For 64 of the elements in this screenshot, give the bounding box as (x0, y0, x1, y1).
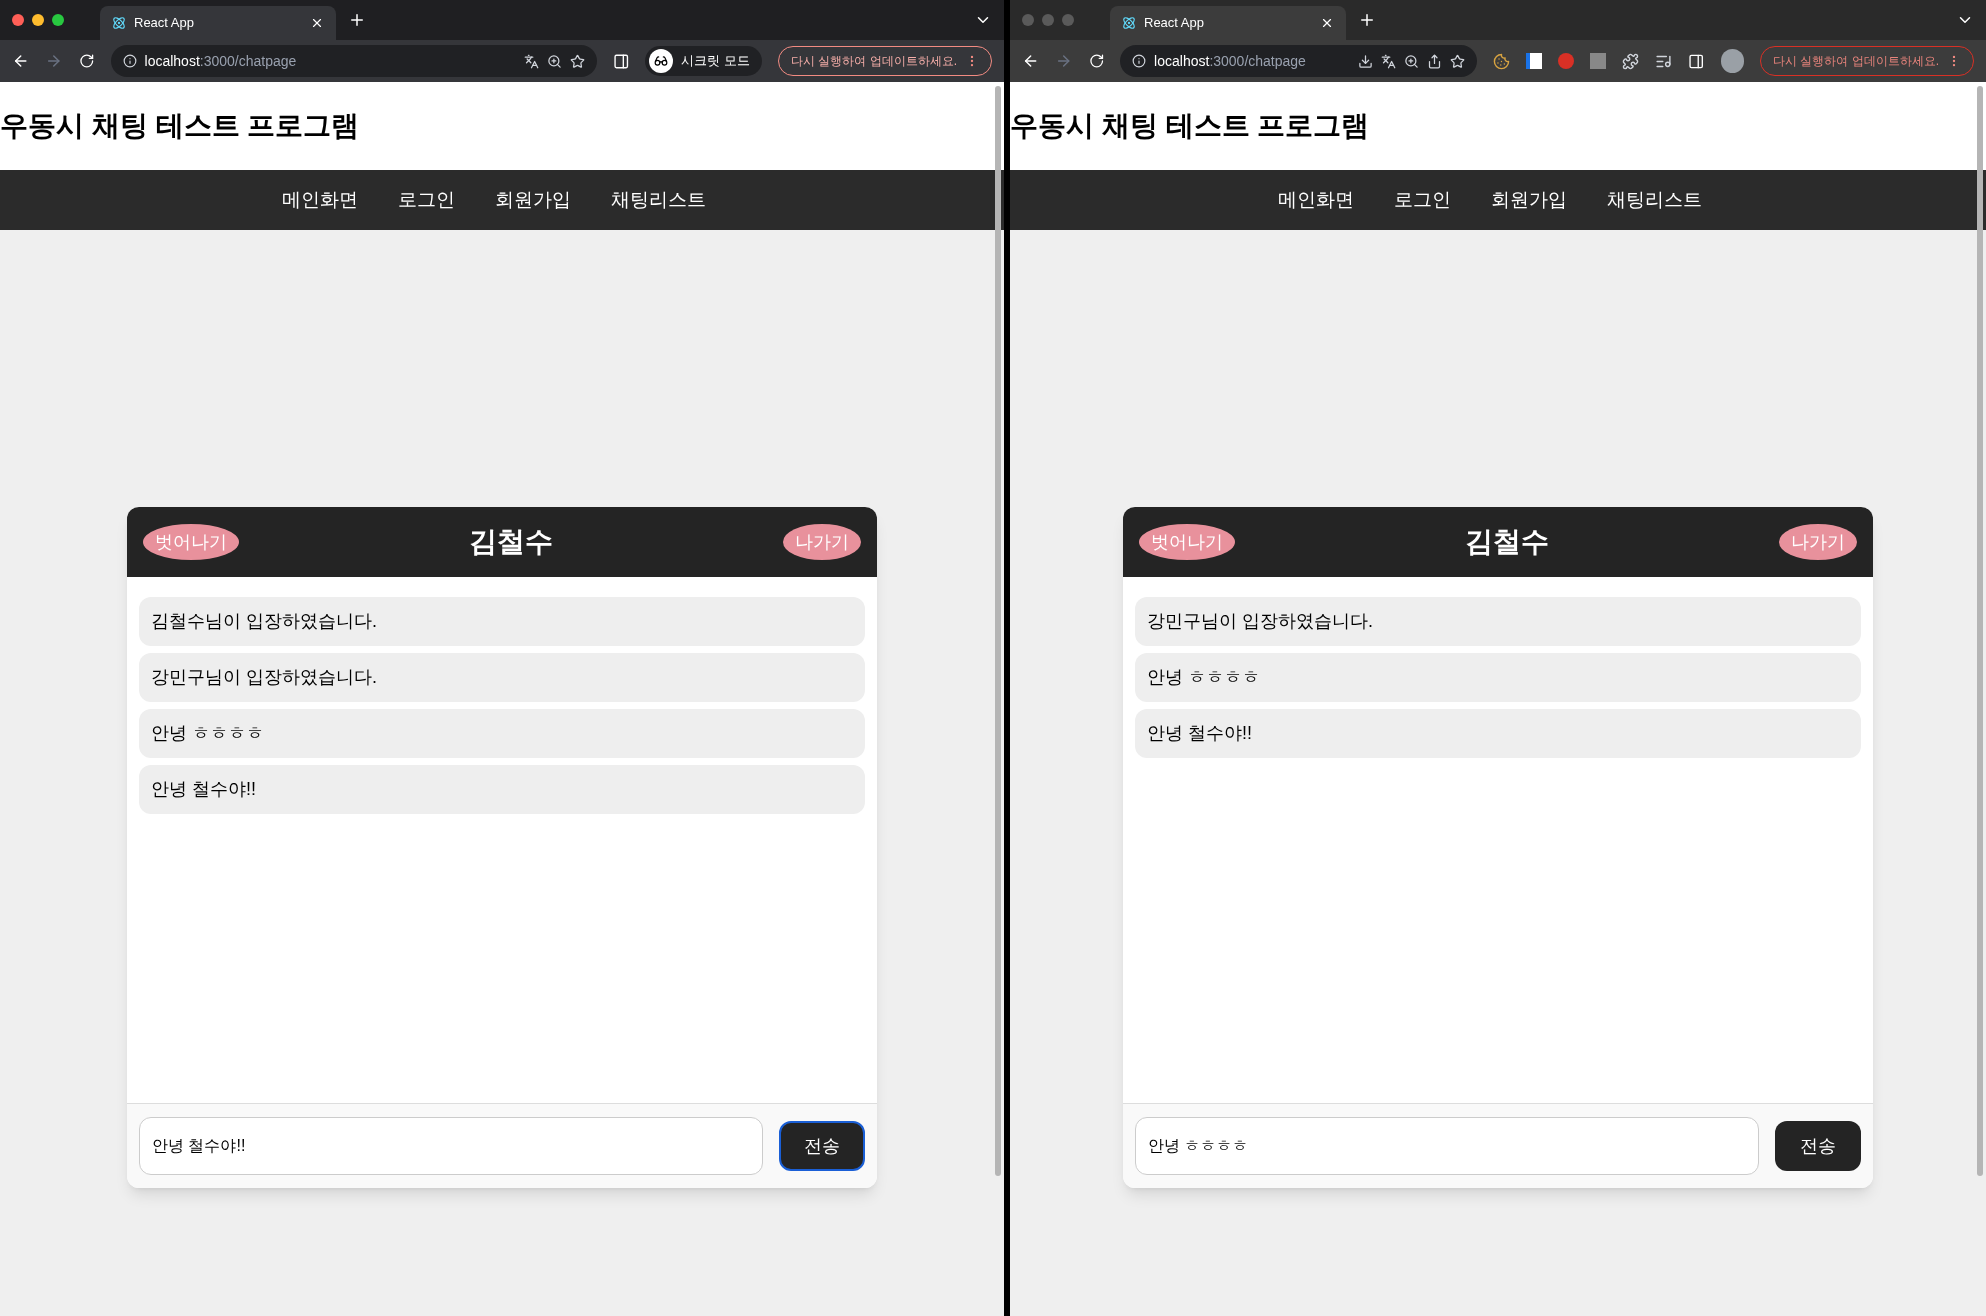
scrollbar[interactable] (995, 86, 1001, 1176)
reload-icon[interactable] (78, 53, 95, 69)
close-icon[interactable] (310, 16, 324, 30)
nav-link[interactable]: 로그인 (398, 185, 455, 215)
incognito-label: 시크릿 모드 (681, 52, 750, 71)
send-button[interactable]: 전송 (779, 1121, 865, 1171)
close-icon[interactable] (1320, 16, 1334, 30)
nav-link[interactable]: 회원가입 (495, 185, 571, 215)
message-input[interactable]: 안녕 ㅎㅎㅎㅎ (1135, 1117, 1759, 1175)
side-panel-icon[interactable] (1688, 52, 1705, 70)
chat-message: 안녕 철수야!! (139, 765, 865, 814)
translate-icon[interactable] (1381, 53, 1397, 69)
translate-icon[interactable] (523, 53, 539, 69)
nav-link[interactable]: 회원가입 (1491, 185, 1567, 215)
address-bar[interactable]: localhost:3000/chatpage (110, 45, 597, 77)
url-path: :3000/chatpage (199, 52, 297, 69)
page-title: 우동시 채팅 테스트 프로그램 (1010, 109, 1370, 143)
incognito-icon (654, 54, 669, 68)
star-icon[interactable] (1450, 53, 1466, 69)
share-icon[interactable] (1427, 53, 1443, 69)
puzzle-icon[interactable] (1622, 52, 1640, 70)
address-bar[interactable]: localhost:3000/chatpage (1120, 45, 1478, 77)
chat-message: 강민구님이 입장하였습니다. (139, 653, 865, 702)
download-icon[interactable] (1358, 53, 1374, 69)
atom-icon (1122, 16, 1136, 30)
chat-message: 안녕 ㅎㅎㅎㅎ (139, 709, 865, 758)
nav-link[interactable]: 채팅리스트 (1607, 185, 1702, 215)
chat-message: 안녕 ㅎㅎㅎㅎ (1135, 653, 1861, 702)
info-icon (122, 54, 137, 68)
url-path: :3000/chatpage (1209, 52, 1306, 69)
side-panel-icon[interactable] (612, 52, 630, 70)
chat-message: 안녕 철수야!! (1135, 709, 1861, 758)
message-input[interactable]: 안녕 철수야!! (139, 1117, 763, 1175)
reload-icon[interactable] (1088, 53, 1105, 69)
zoom-icon[interactable] (546, 53, 562, 69)
window-control-icon[interactable] (32, 14, 44, 26)
window-control-icon[interactable] (12, 14, 24, 26)
nav-link[interactable]: 채팅리스트 (611, 185, 706, 215)
new-tab-icon[interactable] (1358, 11, 1376, 29)
chat-title: 김철수 (1465, 525, 1549, 559)
nav-link[interactable]: 로그인 (1394, 185, 1451, 215)
star-icon[interactable] (569, 53, 585, 69)
cookie-icon[interactable] (1493, 52, 1511, 70)
browser-tab[interactable]: React App (1110, 6, 1346, 40)
page-title: 우동시 채팅 테스트 프로그램 (0, 109, 360, 143)
incognito-badge[interactable]: 시크릿 모드 (645, 46, 762, 76)
extension-icon[interactable] (1526, 53, 1543, 69)
send-button[interactable]: 전송 (1775, 1121, 1861, 1171)
chat-message: 강민구님이 입장하였습니다. (1135, 597, 1861, 646)
info-icon (1132, 54, 1147, 68)
nav-link[interactable]: 메인화면 (1278, 185, 1354, 215)
zoom-icon[interactable] (1404, 53, 1420, 69)
tab-title: React App (134, 14, 195, 33)
url-host: localhost (144, 52, 200, 69)
nav-link[interactable]: 메인화면 (282, 185, 358, 215)
window-control-icon[interactable] (52, 14, 64, 26)
chat-message: 김철수님이 입장하였습니다. (139, 597, 865, 646)
new-tab-icon[interactable] (348, 11, 366, 29)
tab-title: React App (1144, 14, 1205, 33)
browser-tab[interactable]: React App (100, 6, 336, 40)
url-host: localhost (1154, 52, 1210, 69)
atom-icon (112, 16, 126, 30)
scrollbar[interactable] (1977, 86, 1983, 1176)
chat-title: 김철수 (469, 525, 553, 559)
